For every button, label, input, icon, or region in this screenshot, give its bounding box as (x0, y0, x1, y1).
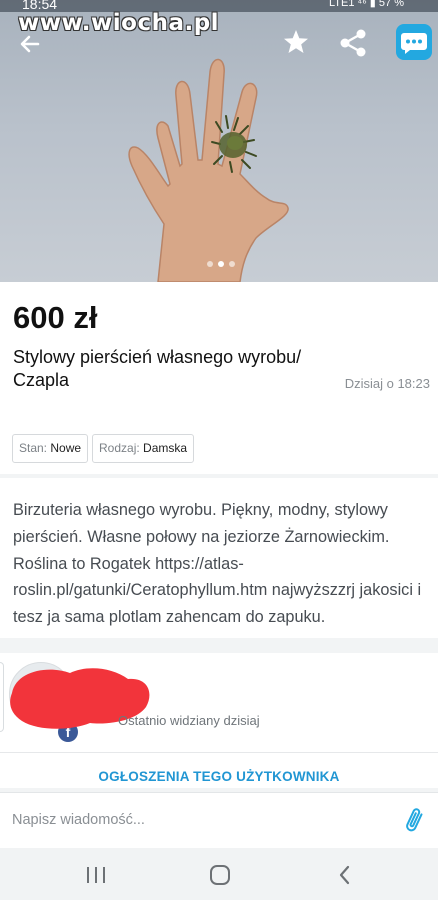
star-icon[interactable] (282, 28, 310, 56)
share-icon[interactable] (338, 28, 368, 58)
watermark-text: www.wiocha.pl (18, 10, 220, 36)
gallery-dot-active[interactable] (218, 261, 224, 267)
listing-posted-date: Dzisiaj o 18:23 (344, 376, 430, 391)
listing-photo-hand-with-ring (128, 58, 289, 282)
seller-ads-link[interactable]: OGŁOSZENIA TEGO UŻYTKOWNIKA (0, 769, 438, 784)
status-indicators: LTE1 ⁴⁶ ▮ 57 % (328, 0, 404, 9)
chat-icon[interactable] (396, 24, 432, 60)
gallery-dot[interactable] (207, 261, 213, 267)
param-label: Stan: (19, 441, 48, 455)
recent-apps-icon[interactable] (84, 866, 108, 884)
divider (0, 752, 438, 753)
param-tag-condition[interactable]: Stan: Nowe (12, 434, 89, 463)
param-value: Damska (143, 441, 188, 455)
back-arrow-icon[interactable] (16, 30, 44, 58)
gallery-dot[interactable] (229, 261, 235, 267)
gallery-pagination (207, 261, 235, 267)
listing-price: 600 zł (13, 300, 98, 335)
paperclip-icon[interactable] (402, 808, 428, 832)
edge-tab (0, 662, 4, 732)
photo-gallery[interactable]: 18:54 LTE1 ⁴⁶ ▮ 57 % www.wiocha.pl (0, 0, 438, 282)
home-icon[interactable] (209, 864, 231, 886)
nav-back-icon[interactable] (336, 864, 354, 886)
screen: 18:54 LTE1 ⁴⁶ ▮ 57 % www.wiocha.pl 600 z… (0, 0, 438, 900)
listing-title: Stylowy pierścień własnego wyrobu/ Czapl… (13, 347, 302, 390)
seller-last-seen: Ostatnio widziany dzisiaj (118, 713, 260, 728)
param-tag-type[interactable]: Rodzaj: Damska (92, 434, 195, 463)
param-value: Nowe (50, 441, 82, 455)
listing-description: Birzuteria własnego wyrobu. Piękny, modn… (13, 501, 422, 627)
message-input[interactable] (12, 808, 382, 832)
chat-bubble-icon (401, 33, 427, 54)
param-label: Rodzaj: (99, 441, 140, 455)
